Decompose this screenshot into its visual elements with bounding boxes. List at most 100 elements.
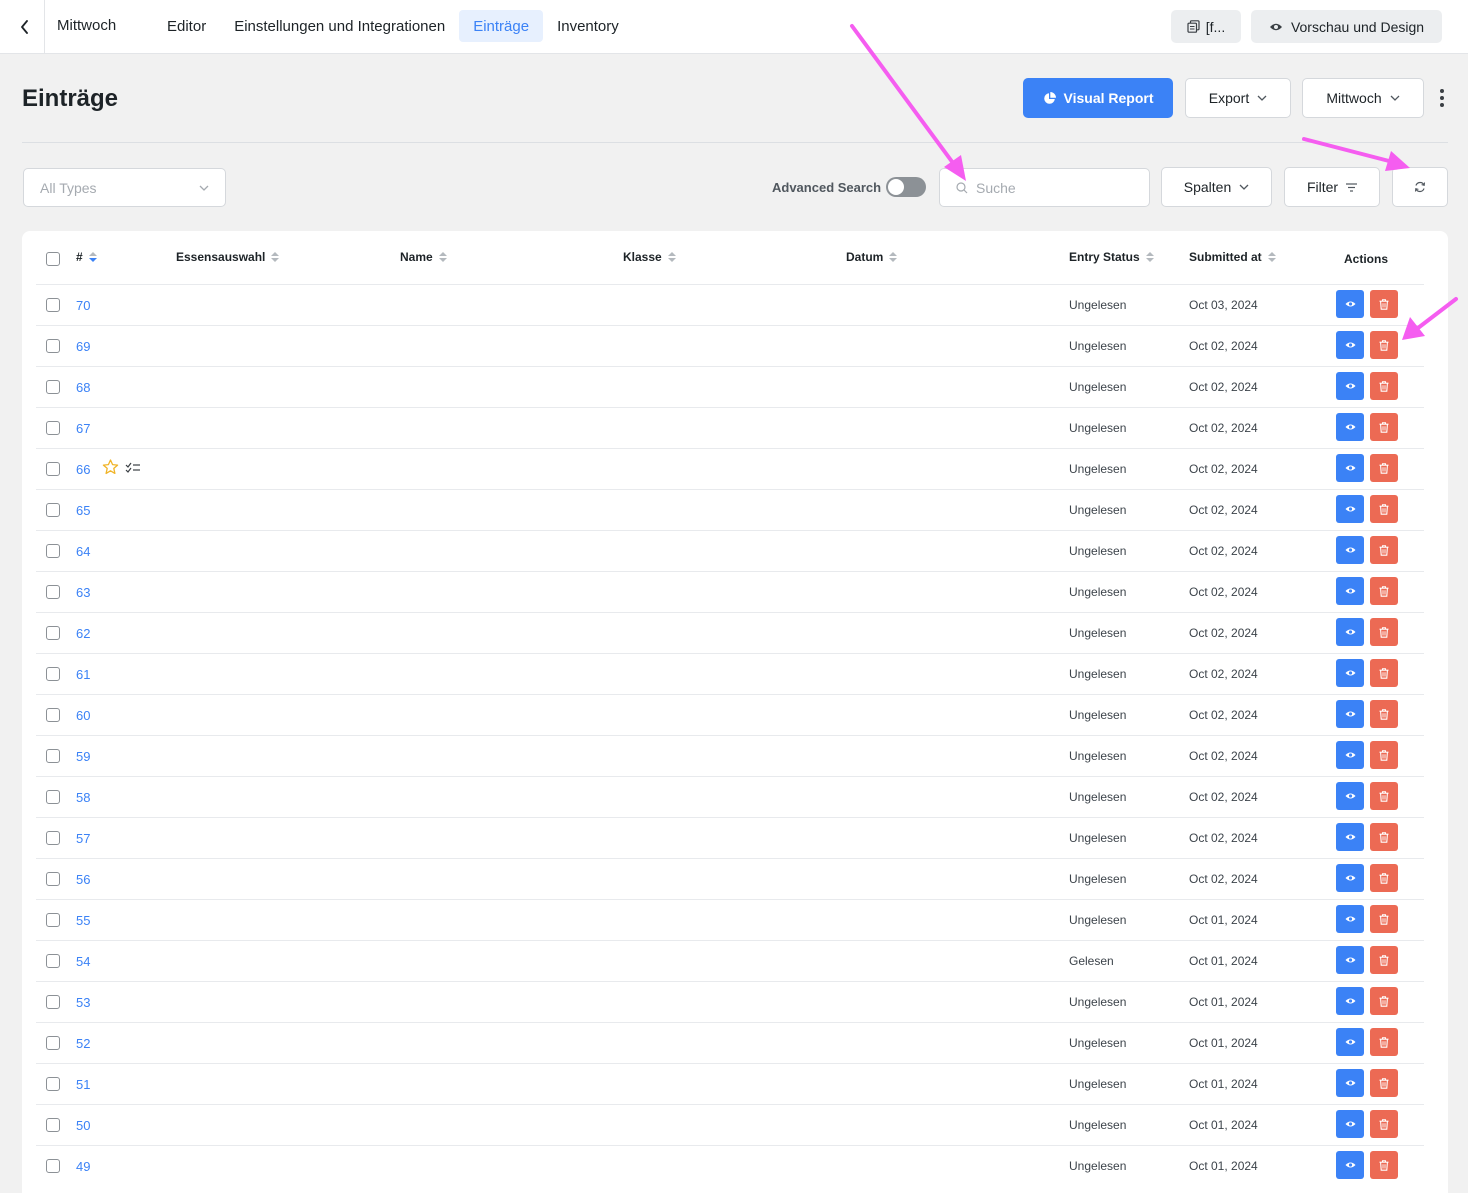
delete-entry-button[interactable] xyxy=(1370,372,1398,400)
export-dropdown[interactable]: Export xyxy=(1185,78,1291,118)
entry-type-select[interactable]: All Types xyxy=(23,168,226,207)
delete-entry-button[interactable] xyxy=(1370,823,1398,851)
view-entry-button[interactable] xyxy=(1336,618,1364,646)
view-entry-button[interactable] xyxy=(1336,1069,1364,1097)
row-checkbox[interactable] xyxy=(46,708,60,722)
row-checkbox[interactable] xyxy=(46,585,60,599)
view-entry-button[interactable] xyxy=(1336,1028,1364,1056)
entry-id-link[interactable]: 53 xyxy=(76,995,90,1010)
entry-id-link[interactable]: 59 xyxy=(76,749,90,764)
entry-id-link[interactable]: 61 xyxy=(76,667,90,682)
entry-id-link[interactable]: 54 xyxy=(76,954,90,969)
view-entry-button[interactable] xyxy=(1336,659,1364,687)
tab-editor[interactable]: Editor xyxy=(153,10,220,42)
tab-entries[interactable]: Einträge xyxy=(459,10,544,42)
delete-entry-button[interactable] xyxy=(1370,413,1398,441)
shortcode-button[interactable]: [f... xyxy=(1171,10,1241,43)
row-checkbox[interactable] xyxy=(46,1159,60,1173)
delete-entry-button[interactable] xyxy=(1370,1151,1398,1179)
entry-id-link[interactable]: 52 xyxy=(76,1036,90,1051)
view-entry-button[interactable] xyxy=(1336,577,1364,605)
row-checkbox[interactable] xyxy=(46,954,60,968)
view-entry-button[interactable] xyxy=(1336,864,1364,892)
delete-entry-button[interactable] xyxy=(1370,946,1398,974)
preview-design-button[interactable]: Vorschau und Design xyxy=(1251,10,1442,43)
columns-dropdown[interactable]: Spalten xyxy=(1161,167,1272,207)
row-checkbox[interactable] xyxy=(46,380,60,394)
visual-report-button[interactable]: Visual Report xyxy=(1023,78,1173,118)
entry-id-link[interactable]: 55 xyxy=(76,913,90,928)
star-icon[interactable] xyxy=(102,459,119,475)
delete-entry-button[interactable] xyxy=(1370,659,1398,687)
refresh-button[interactable] xyxy=(1392,167,1448,207)
delete-entry-button[interactable] xyxy=(1370,331,1398,359)
view-entry-button[interactable] xyxy=(1336,741,1364,769)
row-checkbox[interactable] xyxy=(46,1118,60,1132)
delete-entry-button[interactable] xyxy=(1370,536,1398,564)
delete-entry-button[interactable] xyxy=(1370,700,1398,728)
row-checkbox[interactable] xyxy=(46,790,60,804)
entry-id-link[interactable]: 58 xyxy=(76,790,90,805)
tab-inventory[interactable]: Inventory xyxy=(543,10,633,42)
row-checkbox[interactable] xyxy=(46,749,60,763)
delete-entry-button[interactable] xyxy=(1370,1069,1398,1097)
delete-entry-button[interactable] xyxy=(1370,741,1398,769)
delete-entry-button[interactable] xyxy=(1370,454,1398,482)
entry-id-link[interactable]: 49 xyxy=(76,1159,90,1174)
entry-id-link[interactable]: 64 xyxy=(76,544,90,559)
entry-id-link[interactable]: 50 xyxy=(76,1118,90,1133)
row-checkbox[interactable] xyxy=(46,626,60,640)
view-entry-button[interactable] xyxy=(1336,1151,1364,1179)
row-checkbox[interactable] xyxy=(46,503,60,517)
entry-id-link[interactable]: 60 xyxy=(76,708,90,723)
entry-id-link[interactable]: 56 xyxy=(76,872,90,887)
column-header-entry-status[interactable]: Entry Status xyxy=(1069,250,1154,264)
delete-entry-button[interactable] xyxy=(1370,1110,1398,1138)
entry-id-link[interactable]: 62 xyxy=(76,626,90,641)
view-entry-button[interactable] xyxy=(1336,987,1364,1015)
row-checkbox[interactable] xyxy=(46,872,60,886)
entry-id-link[interactable]: 69 xyxy=(76,339,90,354)
row-checkbox[interactable] xyxy=(46,667,60,681)
select-all-checkbox[interactable] xyxy=(46,252,60,266)
entry-id-link[interactable]: 65 xyxy=(76,503,90,518)
row-checkbox[interactable] xyxy=(46,913,60,927)
view-entry-button[interactable] xyxy=(1336,290,1364,318)
column-header-submitted-at[interactable]: Submitted at xyxy=(1189,250,1276,264)
view-entry-button[interactable] xyxy=(1336,536,1364,564)
view-entry-button[interactable] xyxy=(1336,823,1364,851)
entry-id-link[interactable]: 57 xyxy=(76,831,90,846)
view-entry-button[interactable] xyxy=(1336,782,1364,810)
view-entry-button[interactable] xyxy=(1336,1110,1364,1138)
delete-entry-button[interactable] xyxy=(1370,864,1398,892)
column-header-essensauswahl[interactable]: Essensauswahl xyxy=(176,250,280,264)
form-select-dropdown[interactable]: Mittwoch xyxy=(1302,78,1424,118)
filter-button[interactable]: Filter xyxy=(1284,167,1380,207)
entry-id-link[interactable]: 68 xyxy=(76,380,90,395)
entry-id-link[interactable]: 51 xyxy=(76,1077,90,1092)
delete-entry-button[interactable] xyxy=(1370,987,1398,1015)
column-header-datum[interactable]: Datum xyxy=(846,250,898,264)
view-entry-button[interactable] xyxy=(1336,700,1364,728)
column-header-name[interactable]: Name xyxy=(400,250,447,264)
entry-id-link[interactable]: 66 xyxy=(76,462,90,477)
row-checkbox[interactable] xyxy=(46,462,60,476)
view-entry-button[interactable] xyxy=(1336,454,1364,482)
entry-id-link[interactable]: 70 xyxy=(76,298,90,313)
column-header-id[interactable]: # xyxy=(76,250,97,264)
delete-entry-button[interactable] xyxy=(1370,577,1398,605)
advanced-search-toggle[interactable] xyxy=(886,177,926,197)
row-checkbox[interactable] xyxy=(46,1077,60,1091)
row-checkbox[interactable] xyxy=(46,544,60,558)
row-checkbox[interactable] xyxy=(46,831,60,845)
view-entry-button[interactable] xyxy=(1336,905,1364,933)
view-entry-button[interactable] xyxy=(1336,331,1364,359)
view-entry-button[interactable] xyxy=(1336,372,1364,400)
search-input[interactable] xyxy=(976,179,1136,196)
delete-entry-button[interactable] xyxy=(1370,618,1398,646)
back-button[interactable] xyxy=(10,9,40,45)
delete-entry-button[interactable] xyxy=(1370,1028,1398,1056)
entry-id-link[interactable]: 67 xyxy=(76,421,90,436)
checklist-icon[interactable] xyxy=(125,461,141,473)
entry-id-link[interactable]: 63 xyxy=(76,585,90,600)
